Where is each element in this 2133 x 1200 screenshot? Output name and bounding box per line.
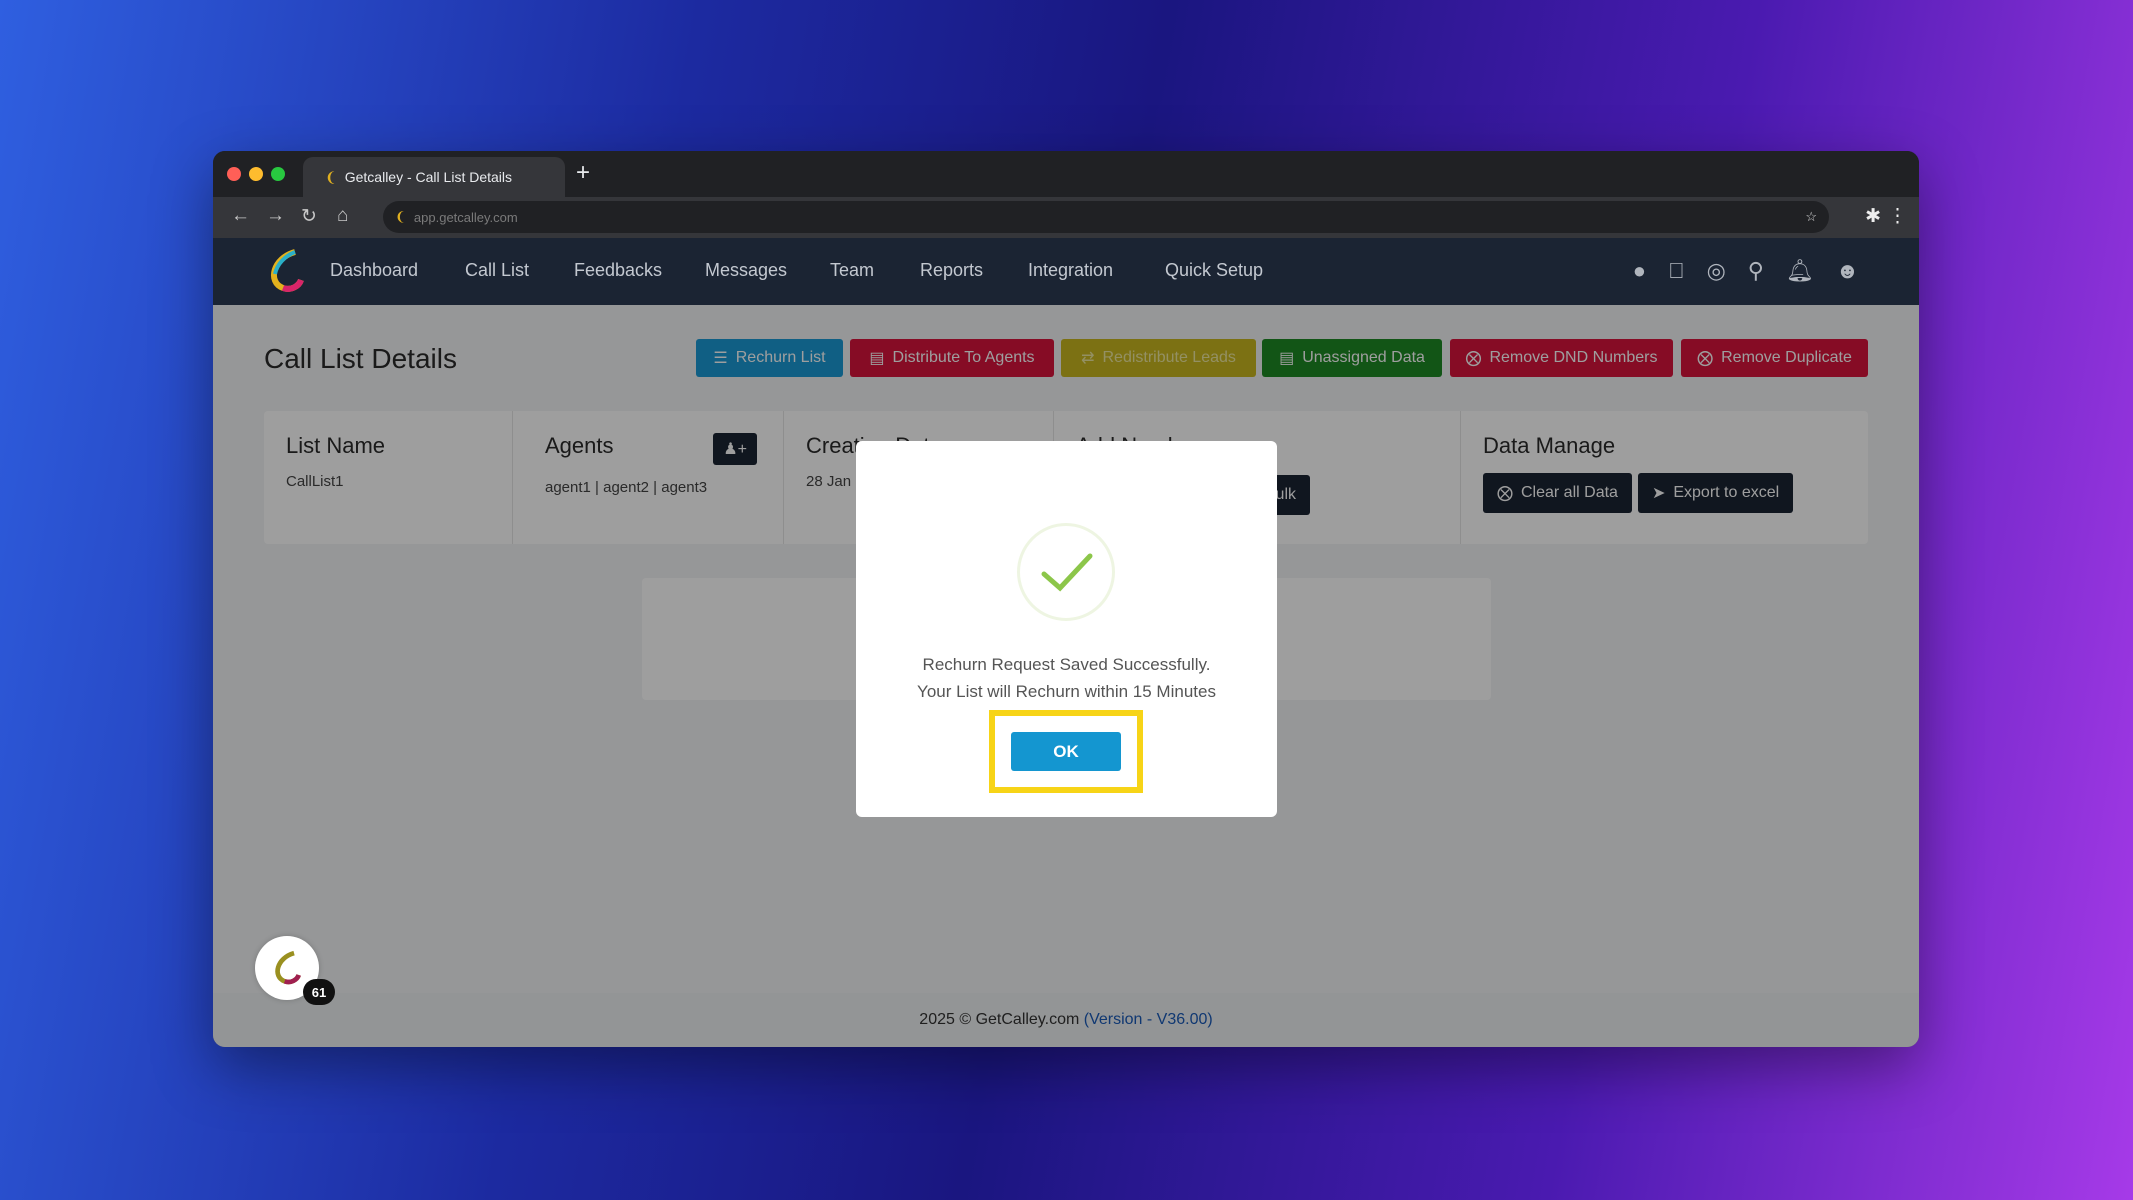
nav-integration[interactable]: Integration bbox=[1028, 260, 1113, 281]
tab-title: Getcalley - Call List Details bbox=[344, 169, 513, 185]
browser-tab[interactable]: ❨ Getcalley - Call List Details bbox=[303, 157, 565, 197]
forward-icon[interactable]: → bbox=[266, 205, 285, 227]
new-tab-button[interactable]: + bbox=[576, 159, 590, 187]
android-icon[interactable]: ● bbox=[1633, 258, 1646, 284]
star-icon[interactable]: ☆ bbox=[1805, 209, 1817, 225]
success-dialog: Rechurn Request Saved Successfully. Your… bbox=[856, 441, 1277, 817]
dialog-message-line2: Your List will Rechurn within 15 Minutes bbox=[917, 682, 1216, 701]
notification-count-badge: 61 bbox=[303, 979, 335, 1005]
reload-icon[interactable]: ↻ bbox=[301, 205, 317, 228]
nav-team[interactable]: Team bbox=[830, 260, 874, 281]
nav-feedbacks[interactable]: Feedbacks bbox=[574, 260, 662, 281]
apple-icon[interactable]:  bbox=[1668, 258, 1685, 284]
getcalley-logo bbox=[275, 950, 301, 985]
search-icon[interactable]: ⚲ bbox=[1748, 258, 1764, 284]
extensions-icon[interactable]: ✱ bbox=[1865, 205, 1881, 228]
menu-icon[interactable]: ⋮ bbox=[1888, 205, 1907, 228]
lifebuoy-icon[interactable]: ◎ bbox=[1707, 258, 1726, 284]
user-circle-icon[interactable]: ☻ bbox=[1836, 258, 1859, 284]
favicon-icon: ❨ bbox=[395, 209, 406, 224]
nav-reports[interactable]: Reports bbox=[920, 260, 983, 281]
minimize-window-button[interactable] bbox=[249, 167, 263, 181]
ok-button[interactable]: OK bbox=[1011, 732, 1121, 771]
home-icon[interactable]: ⌂ bbox=[337, 205, 348, 227]
tab-bar: ❨ Getcalley - Call List Details + bbox=[213, 151, 1919, 197]
nav-dashboard[interactable]: Dashboard bbox=[330, 260, 418, 281]
top-nav: Dashboard Call List Feedbacks Messages T… bbox=[213, 238, 1919, 305]
back-icon[interactable]: ← bbox=[231, 205, 250, 227]
getcalley-logo[interactable] bbox=[263, 248, 309, 294]
dialog-message-line1: Rechurn Request Saved Successfully. bbox=[922, 655, 1211, 674]
maximize-window-button[interactable] bbox=[271, 167, 285, 181]
close-window-button[interactable] bbox=[227, 167, 241, 181]
success-check-icon bbox=[1017, 523, 1115, 621]
url-text: app.getcalley.com bbox=[413, 209, 518, 225]
bell-icon[interactable]: 🔔︎ bbox=[1786, 258, 1814, 284]
nav-call-list[interactable]: Call List bbox=[465, 260, 529, 281]
nav-messages[interactable]: Messages bbox=[705, 260, 787, 281]
url-field[interactable]: ❨ app.getcalley.com ☆ bbox=[383, 201, 1829, 233]
favicon-icon: ❨ bbox=[325, 168, 337, 185]
nav-quick-setup[interactable]: Quick Setup bbox=[1165, 260, 1263, 281]
address-bar-row: ← → ↻ ⌂ ❨ app.getcalley.com ☆ ✱ ⋮ bbox=[213, 197, 1919, 238]
